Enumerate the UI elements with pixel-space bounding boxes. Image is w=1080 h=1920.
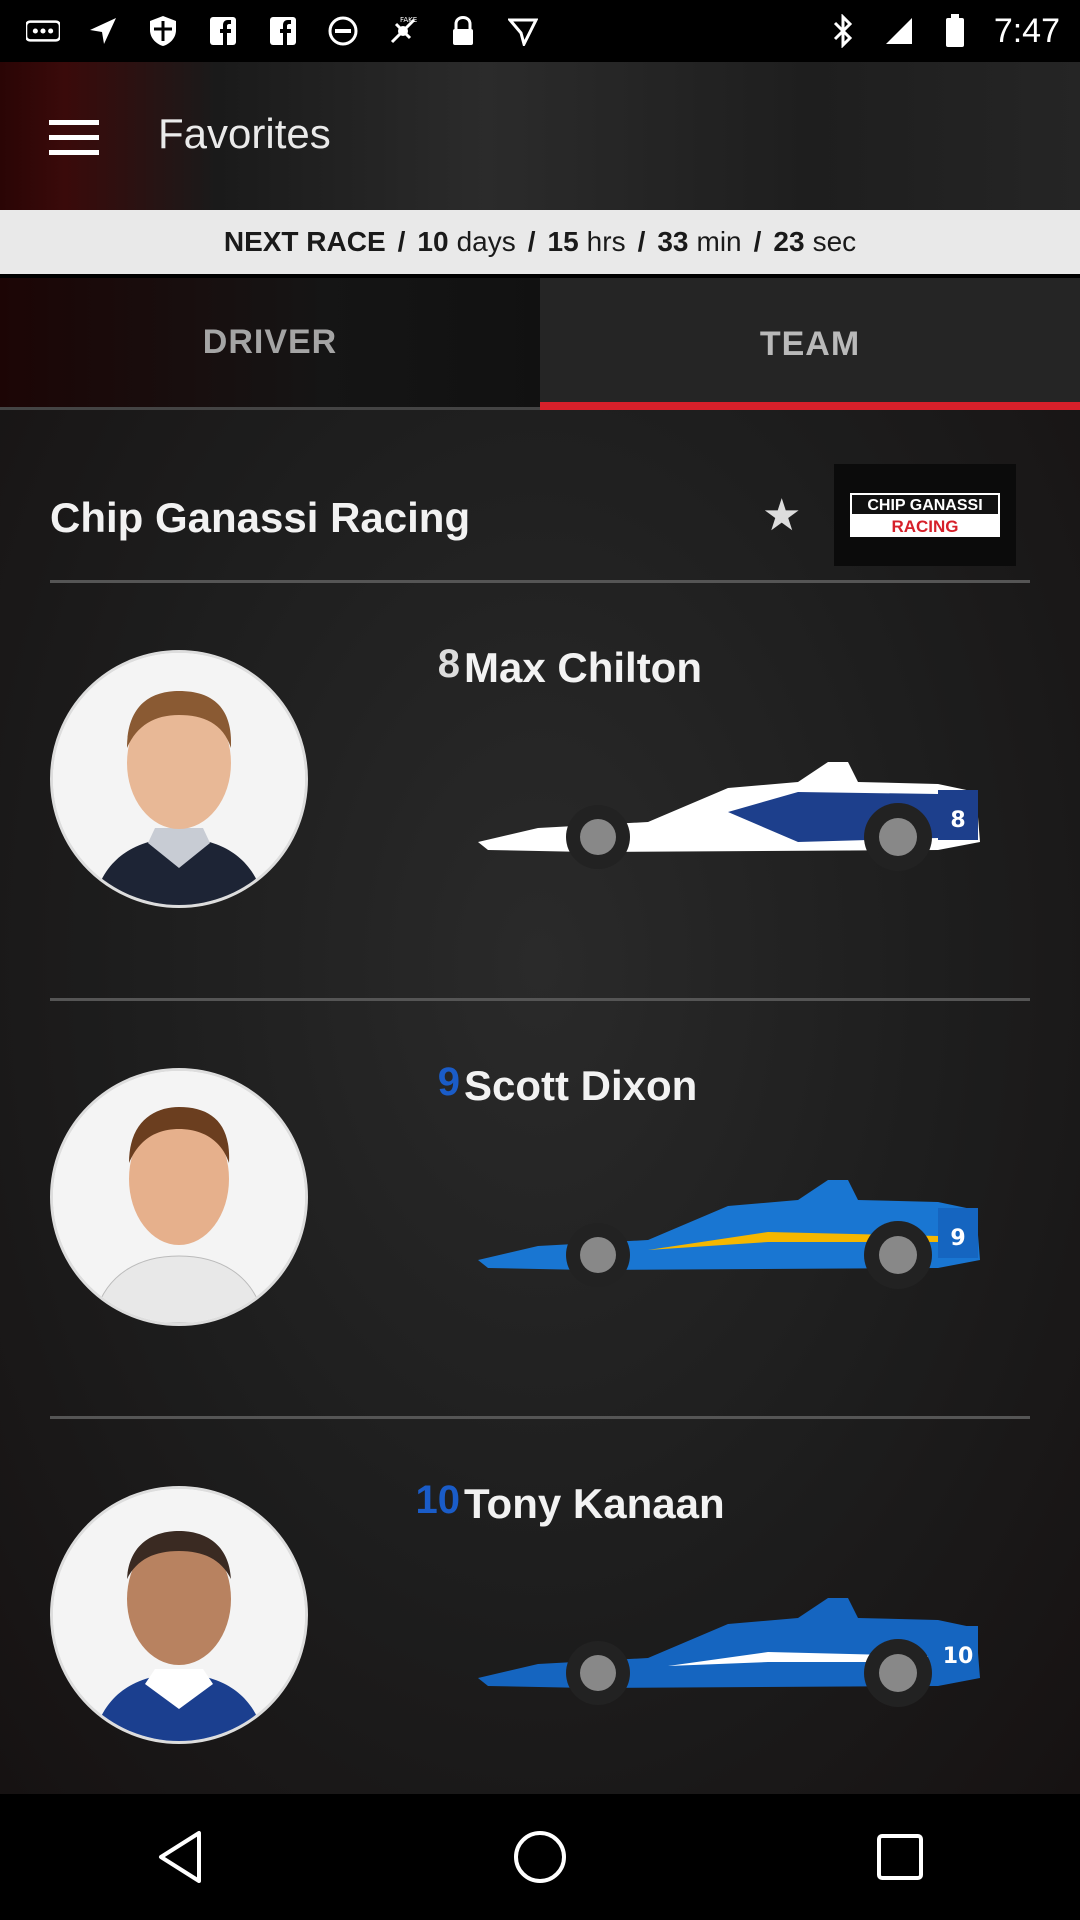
countdown-days-unit: days (456, 226, 516, 257)
driver-name: Tony Kanaan (464, 1480, 725, 1527)
tab-team[interactable]: TEAM (540, 278, 1080, 410)
next-race-countdown: NEXT RACE / 10 days / 15 hrs / 33 min / … (0, 210, 1080, 274)
team-content: Chip Ganassi Racing ★ CHIP GANASSI RACIN… (0, 410, 1080, 1794)
team-logo: CHIP GANASSI RACING (834, 464, 1016, 566)
race-car-image: 10 (478, 1598, 980, 1707)
driver-avatar[interactable] (50, 1068, 308, 1326)
driver-card[interactable]: 9 Scott Dixon 9 (50, 1000, 1030, 1419)
countdown-min-unit: min (696, 226, 742, 257)
driver-card[interactable]: 8 Max Chilton 8 (50, 582, 1030, 1001)
tab-bar: DRIVER TEAM (0, 278, 1080, 410)
lock-icon (446, 14, 480, 48)
status-bar: FAKE 7:47 (0, 0, 1080, 62)
facebook-icon (206, 14, 240, 48)
home-button[interactable] (495, 1812, 585, 1902)
driver-avatar[interactable] (50, 650, 308, 908)
facebook-icon (266, 14, 300, 48)
shield-icon (146, 14, 180, 48)
blocked-icon (326, 14, 360, 48)
team-header-row[interactable]: Chip Ganassi Racing ★ CHIP GANASSI RACIN… (50, 464, 1030, 583)
race-car-image: 9 (478, 1180, 980, 1289)
car-number: 8 (437, 642, 460, 686)
svg-text:FAKE: FAKE (400, 16, 417, 24)
system-nav-bar (0, 1794, 1080, 1920)
countdown-min-value: 33 (657, 226, 689, 257)
driver-card[interactable]: 10 Tony Kanaan 10 (50, 1418, 1030, 1794)
home-icon (514, 1831, 566, 1883)
team-name: Chip Ganassi Racing (50, 494, 471, 541)
more-notifications-icon (26, 14, 60, 48)
recents-icon (877, 1834, 923, 1880)
tab-driver[interactable]: DRIVER (0, 278, 540, 410)
driver-name: Max Chilton (464, 644, 702, 691)
back-icon (159, 1831, 201, 1883)
car-number: 9 (437, 1060, 460, 1104)
countdown-hrs-value: 15 (547, 226, 579, 257)
navigation-icon (86, 14, 120, 48)
bluetooth-icon (826, 14, 860, 48)
car-number: 10 (415, 1478, 461, 1522)
team-logo-text-top: CHIP GANASSI (867, 497, 982, 514)
driver-avatar[interactable] (50, 1486, 308, 1744)
countdown-label: NEXT RACE (223, 226, 386, 257)
countdown-hrs-unit: hrs (586, 226, 626, 257)
svg-text:10: 10 (943, 1644, 974, 1669)
countdown-sec-unit: sec (812, 226, 857, 257)
app-bar: Favorites (0, 62, 1080, 210)
location-icon (506, 14, 540, 48)
signal-icon (882, 14, 916, 48)
back-button[interactable] (135, 1812, 225, 1902)
race-car-image: 8 (478, 762, 980, 871)
countdown-separator: / (753, 226, 762, 257)
clock: 7:47 (993, 11, 1060, 50)
fake-gps-icon: FAKE (386, 14, 420, 48)
menu-button[interactable] (38, 102, 110, 174)
team-logo-text-bottom: RACING (891, 517, 958, 536)
countdown-days-value: 10 (417, 226, 449, 257)
menu-icon (49, 120, 99, 155)
recents-button[interactable] (855, 1812, 945, 1902)
svg-text:9: 9 (950, 1226, 965, 1251)
battery-icon (938, 14, 972, 48)
page-title: Favorites (158, 110, 331, 157)
countdown-separator: / (637, 226, 646, 257)
countdown-separator: / (397, 226, 406, 257)
svg-text:8: 8 (950, 808, 965, 833)
countdown-sec-value: 23 (773, 226, 805, 257)
countdown-separator: / (527, 226, 536, 257)
driver-name: Scott Dixon (464, 1062, 698, 1109)
favorite-star-icon[interactable]: ★ (762, 490, 801, 541)
